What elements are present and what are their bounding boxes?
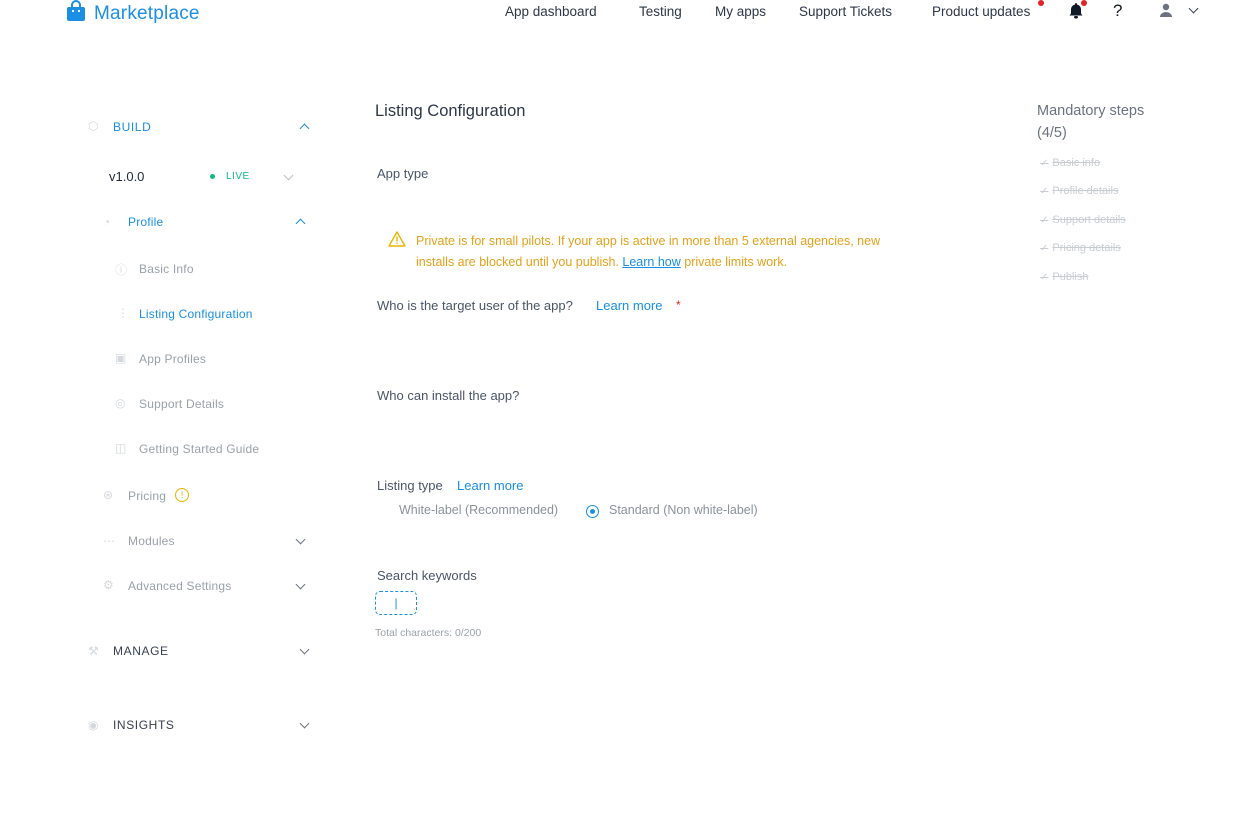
text-cursor: | <box>394 596 398 610</box>
step-label: Basic info <box>1052 157 1101 169</box>
profile-icon: ◔ <box>103 215 111 229</box>
mandatory-steps-heading: Mandatory steps <box>1037 103 1145 119</box>
nav-app-dashboard[interactable]: App dashboard <box>505 4 597 19</box>
check-icon: ✓ <box>1040 242 1049 254</box>
build-chevron-up-icon[interactable] <box>299 123 310 134</box>
nav-support-tickets[interactable]: Support Tickets <box>799 4 892 19</box>
info-icon: ⓘ <box>115 263 128 277</box>
who-can-install-label: Who can install the app? <box>377 388 520 403</box>
pricing-warning-icon: ! <box>175 488 189 502</box>
target-user-learn-more-link[interactable]: Learn more <box>596 298 662 313</box>
app-type-label: App type <box>377 166 429 181</box>
warning-line-1: Private is for small pilots. If your app… <box>416 234 881 248</box>
build-section-label[interactable]: BUILD <box>113 120 151 134</box>
private-app-warning: Private is for small pilots. If your app… <box>416 231 976 273</box>
manage-icon: ⚒ <box>88 644 99 658</box>
sidebar-item-basic-info[interactable]: Basic Info <box>139 262 194 276</box>
warning-line-2-pre: installs are blocked until you publish. <box>416 255 619 269</box>
manage-chevron-down-icon[interactable] <box>299 644 310 655</box>
warning-learn-how-link[interactable]: Learn how <box>622 255 680 269</box>
marketplace-logo[interactable]: Marketplace <box>66 0 200 27</box>
logo-text: Marketplace <box>94 2 200 24</box>
search-keywords-input[interactable]: | <box>375 591 417 615</box>
warning-line-2: installs are blocked until you publish. … <box>416 252 976 273</box>
sidebar-item-getting-started-guide[interactable]: Getting Started Guide <box>139 442 259 456</box>
step-label: Profile details <box>1052 185 1119 197</box>
step-item[interactable]: ✓ Basic info <box>1040 157 1100 169</box>
sidebar-item-modules[interactable]: Modules <box>128 534 175 548</box>
step-item[interactable]: ✓ Support details <box>1040 214 1126 226</box>
radio-white-label[interactable]: White-label (Recommended) <box>399 503 558 517</box>
sidebar-item-app-profiles[interactable]: App Profiles <box>139 352 206 366</box>
insights-chevron-down-icon[interactable] <box>299 718 310 729</box>
radio-standard-button[interactable] <box>586 505 599 518</box>
product-updates-badge <box>1038 0 1044 6</box>
shopping-bag-icon <box>66 0 86 27</box>
notification-badge <box>1081 0 1087 6</box>
warning-line-2-post: private limits work. <box>684 255 788 269</box>
insights-section-label[interactable]: INSIGHTS <box>113 718 174 732</box>
nav-my-apps[interactable]: My apps <box>715 4 766 19</box>
advanced-settings-icon: ⚙ <box>103 578 114 592</box>
live-status-badge: LIVE <box>226 171 250 182</box>
warning-triangle-icon <box>388 231 406 252</box>
app-profiles-icon: ▣ <box>115 351 127 365</box>
character-count: Total characters: 0/200 <box>375 627 482 639</box>
pricing-icon: ⊛ <box>103 488 114 502</box>
mandatory-steps-title: Mandatory steps (4/5) <box>1037 100 1144 144</box>
required-asterisk: * <box>676 298 681 312</box>
radio-standard-label[interactable]: Standard (Non white-label) <box>609 503 758 517</box>
sidebar-item-pricing[interactable]: Pricing <box>128 489 166 503</box>
check-icon: ✓ <box>1040 185 1049 197</box>
user-menu-chevron-down-icon[interactable] <box>1188 3 1199 14</box>
sidebar-item-listing-configuration[interactable]: Listing Configuration <box>139 307 253 321</box>
modules-icon: ⋯ <box>103 534 115 548</box>
manage-section-label[interactable]: MANAGE <box>113 644 169 658</box>
target-user-label: Who is the target user of the app? <box>377 298 573 313</box>
listing-type-label: Listing type <box>377 478 443 493</box>
advanced-settings-chevron-down-icon[interactable] <box>295 579 306 590</box>
step-item[interactable]: ✓ Pricing details <box>1040 242 1121 254</box>
search-keywords-label: Search keywords <box>377 568 477 583</box>
mandatory-steps-count: (4/5) <box>1037 125 1067 141</box>
version-label[interactable]: v1.0.0 <box>109 169 144 184</box>
nav-testing[interactable]: Testing <box>639 4 682 19</box>
step-item[interactable]: ✓ Publish <box>1040 271 1088 283</box>
radio-selected-dot <box>590 509 595 514</box>
sidebar-item-profile[interactable]: Profile <box>128 215 163 229</box>
page-title: Listing Configuration <box>375 102 526 120</box>
check-icon: ✓ <box>1040 157 1049 169</box>
listing-type-learn-more-link[interactable]: Learn more <box>457 478 523 493</box>
sidebar-item-support-details[interactable]: Support Details <box>139 397 224 411</box>
nav-product-updates[interactable]: Product updates <box>932 4 1030 19</box>
support-icon: ◎ <box>115 396 126 410</box>
live-status-dot <box>210 174 215 179</box>
book-icon: ◫ <box>115 441 127 455</box>
user-avatar-icon[interactable] <box>1159 3 1173 22</box>
step-label: Support details <box>1052 214 1126 226</box>
help-icon[interactable]: ? <box>1113 1 1122 21</box>
insights-icon: ◉ <box>88 718 99 732</box>
step-label: Publish <box>1052 271 1089 283</box>
list-icon: ⋮ <box>117 306 129 320</box>
build-icon: ⬡ <box>88 119 99 133</box>
check-icon: ✓ <box>1040 214 1049 226</box>
profile-chevron-up-icon[interactable] <box>295 218 306 229</box>
sidebar-item-advanced-settings[interactable]: Advanced Settings <box>128 579 231 593</box>
step-label: Pricing details <box>1052 242 1121 254</box>
check-icon: ✓ <box>1040 271 1049 283</box>
modules-chevron-down-icon[interactable] <box>295 534 306 545</box>
step-item[interactable]: ✓ Profile details <box>1040 185 1118 197</box>
version-chevron-down-icon[interactable] <box>283 170 294 181</box>
